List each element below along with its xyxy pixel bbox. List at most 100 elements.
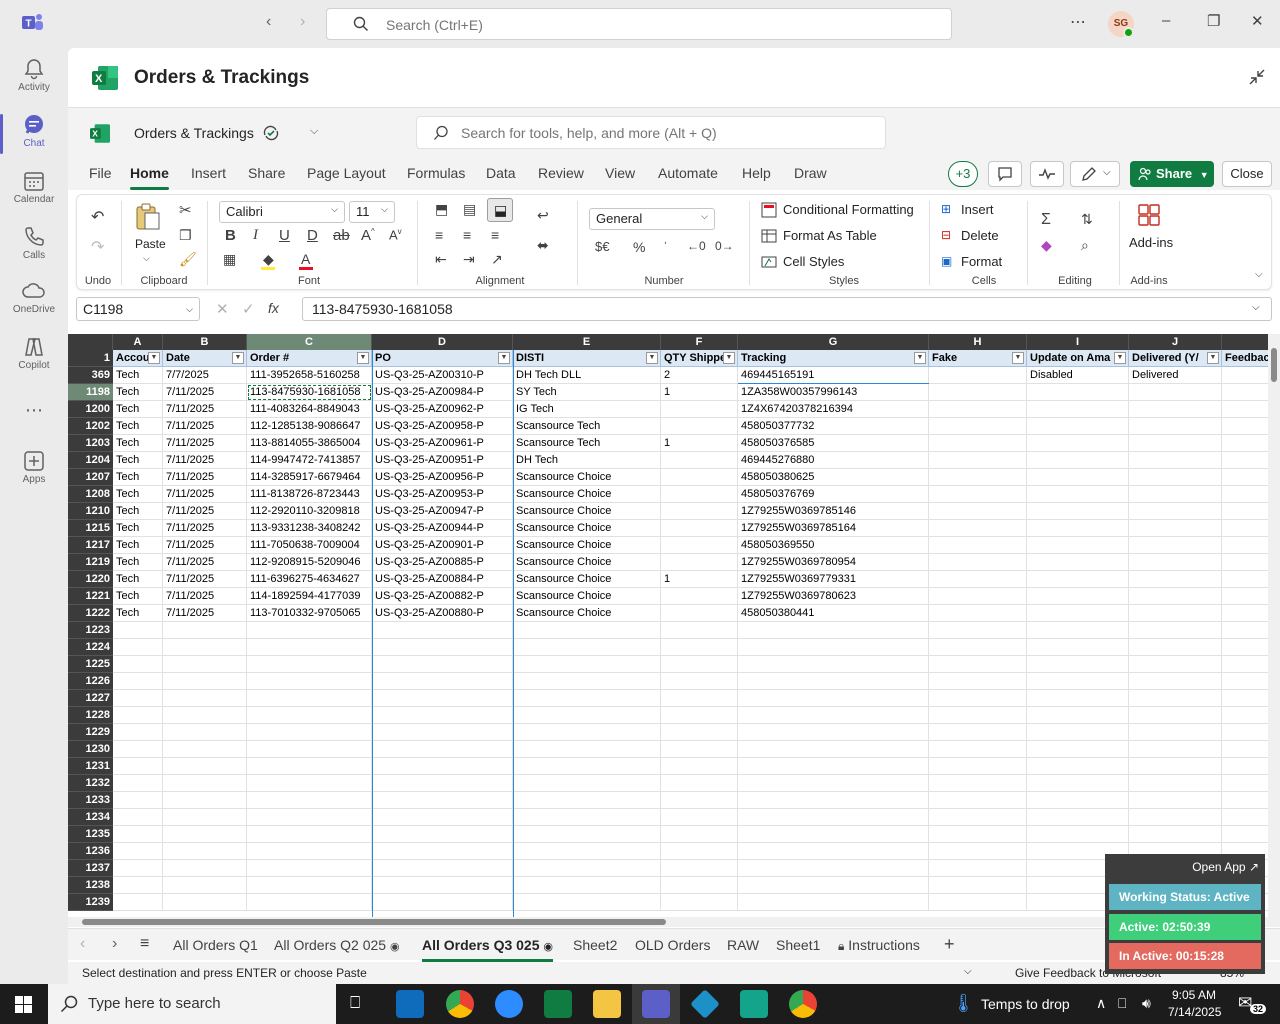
table-cell[interactable]: Tech: [113, 605, 163, 622]
row-header[interactable]: 1222: [68, 605, 113, 622]
table-cell[interactable]: [513, 707, 661, 724]
table-cell[interactable]: Scansource Choice: [513, 605, 661, 622]
insert-function-icon[interactable]: fx: [268, 300, 279, 316]
table-cell[interactable]: Scansource Choice: [513, 537, 661, 554]
table-cell[interactable]: Tech: [113, 588, 163, 605]
table-cell[interactable]: [929, 571, 1027, 588]
table-cell[interactable]: [163, 639, 247, 656]
table-cell[interactable]: 458050376585: [738, 435, 929, 452]
table-cell[interactable]: [929, 792, 1027, 809]
catch-up-button[interactable]: [1030, 161, 1064, 187]
table-cell[interactable]: [661, 826, 738, 843]
clock-time[interactable]: 9:05 AM: [1172, 988, 1216, 1002]
table-cell[interactable]: [929, 877, 1027, 894]
table-cell[interactable]: [513, 724, 661, 741]
filter-dropdown-icon[interactable]: ▼: [498, 352, 510, 364]
filter-dropdown-icon[interactable]: ▼: [1207, 352, 1219, 364]
zoom-app-icon[interactable]: [495, 990, 523, 1018]
table-cell[interactable]: [113, 860, 163, 877]
row-header[interactable]: 1210: [68, 503, 113, 520]
table-cell[interactable]: Tech: [113, 401, 163, 418]
sheet-tab-all-orders-q2[interactable]: All Orders Q2 025 ◉: [274, 937, 400, 953]
font-name-dropdown[interactable]: Calibri ⌵: [219, 201, 345, 223]
table-cell[interactable]: 111-3952658-5160258: [247, 367, 372, 384]
table-cell[interactable]: [1027, 639, 1129, 656]
table-cell[interactable]: 1Z79255W0369779331: [738, 571, 929, 588]
table-cell[interactable]: US-Q3-25-AZ00880-P: [372, 605, 513, 622]
table-cell[interactable]: Tech: [113, 537, 163, 554]
table-cell[interactable]: Scansource Tech: [513, 418, 661, 435]
table-cell[interactable]: [661, 639, 738, 656]
table-cell[interactable]: 1ZA358W00357996143: [738, 384, 929, 401]
table-cell[interactable]: [1129, 520, 1222, 537]
table-cell[interactable]: 113-7010332-9705065: [247, 605, 372, 622]
chevron-down-icon[interactable]: ⌵: [964, 966, 972, 977]
row-header[interactable]: 1235: [68, 826, 113, 843]
table-cell[interactable]: [1027, 486, 1129, 503]
table-cell[interactable]: [372, 809, 513, 826]
table-cell[interactable]: [738, 724, 929, 741]
table-cell[interactable]: [372, 843, 513, 860]
table-cell[interactable]: [738, 809, 929, 826]
table-cell[interactable]: [247, 707, 372, 724]
row-header[interactable]: 1233: [68, 792, 113, 809]
table-cell[interactable]: [113, 639, 163, 656]
table-cell[interactable]: [1027, 724, 1129, 741]
table-cell[interactable]: 458050377732: [738, 418, 929, 435]
table-cell[interactable]: [163, 843, 247, 860]
table-cell[interactable]: [513, 758, 661, 775]
table-cell[interactable]: [372, 724, 513, 741]
table-cell[interactable]: [513, 741, 661, 758]
column-header-j[interactable]: J: [1129, 334, 1222, 350]
filter-dropdown-icon[interactable]: ▼: [357, 352, 369, 364]
table-cell[interactable]: [929, 673, 1027, 690]
table-cell[interactable]: 458050380625: [738, 469, 929, 486]
row-header[interactable]: 1217: [68, 537, 113, 554]
table-cell[interactable]: [1027, 741, 1129, 758]
table-cell[interactable]: [513, 877, 661, 894]
table-cell[interactable]: 458050369550: [738, 537, 929, 554]
teams-logo-icon[interactable]: T: [22, 13, 44, 33]
table-cell[interactable]: [929, 520, 1027, 537]
table-cell[interactable]: [929, 894, 1027, 911]
paste-icon[interactable]: [135, 203, 161, 231]
table-cell[interactable]: [1027, 690, 1129, 707]
italic-icon[interactable]: I: [253, 227, 258, 244]
filter-dropdown-icon[interactable]: ▼: [646, 352, 658, 364]
open-app-link[interactable]: Open App ↗: [1192, 860, 1259, 874]
row-header[interactable]: 1237: [68, 860, 113, 877]
table-cell[interactable]: 7/11/2025: [163, 469, 247, 486]
table-cell[interactable]: [513, 792, 661, 809]
table-cell[interactable]: US-Q3-25-AZ00958-P: [372, 418, 513, 435]
table-cell[interactable]: Scansource Choice: [513, 554, 661, 571]
table-cell[interactable]: [738, 690, 929, 707]
table-cell[interactable]: US-Q3-25-AZ00953-P: [372, 486, 513, 503]
table-cell[interactable]: [1027, 537, 1129, 554]
fill-color-icon[interactable]: ◆: [263, 251, 274, 268]
font-size-dropdown[interactable]: 11 ⌵: [349, 201, 395, 223]
table-cell[interactable]: [1129, 707, 1222, 724]
table-cell[interactable]: 2: [661, 367, 738, 384]
table-header-cell[interactable]: Accou ▼: [113, 350, 163, 367]
column-header-c[interactable]: C: [247, 334, 372, 350]
table-cell[interactable]: [163, 741, 247, 758]
table-cell[interactable]: 469445165191: [738, 367, 929, 384]
row-header[interactable]: 1229: [68, 724, 113, 741]
table-cell[interactable]: [1129, 639, 1222, 656]
autosum-icon[interactable]: Σ: [1041, 211, 1051, 229]
table-cell[interactable]: [1129, 571, 1222, 588]
table-cell[interactable]: [738, 843, 929, 860]
table-cell[interactable]: [163, 690, 247, 707]
table-cell[interactable]: [372, 690, 513, 707]
table-cell[interactable]: 1: [661, 571, 738, 588]
table-cell[interactable]: [661, 724, 738, 741]
table-cell[interactable]: [247, 656, 372, 673]
table-cell[interactable]: [247, 843, 372, 860]
table-cell[interactable]: 111-7050638-7009004: [247, 537, 372, 554]
table-cell[interactable]: [661, 418, 738, 435]
row-header[interactable]: 1202: [68, 418, 113, 435]
table-cell[interactable]: [113, 792, 163, 809]
row-header[interactable]: 1234: [68, 809, 113, 826]
row-header[interactable]: 1236: [68, 843, 113, 860]
table-cell[interactable]: Tech: [113, 486, 163, 503]
